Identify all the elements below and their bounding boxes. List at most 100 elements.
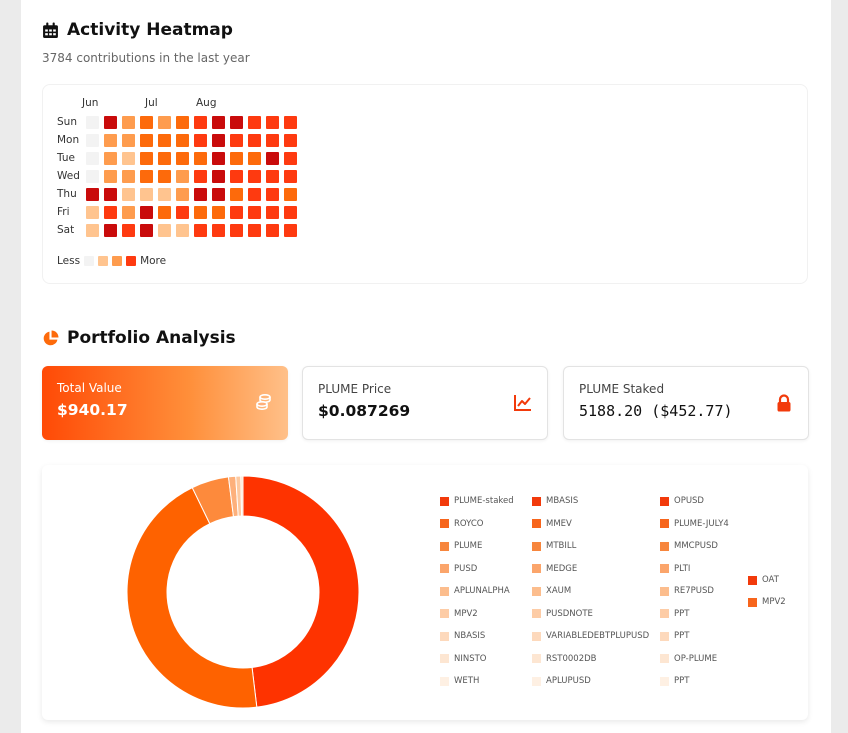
heatmap-cell[interactable] [212,115,225,129]
heatmap-cell[interactable] [266,223,279,237]
heatmap-cell[interactable] [140,223,153,237]
heatmap-cell[interactable] [230,205,243,219]
legend-item[interactable]: MPV2 [748,597,786,607]
legend-item[interactable]: PUSD [440,564,477,574]
legend-item[interactable]: PLUME-staked [440,496,514,506]
legend-item[interactable]: MMEV [532,519,572,529]
heatmap-cell[interactable] [230,169,243,183]
heatmap-cell[interactable] [194,151,207,165]
legend-item[interactable]: PLUME [440,541,482,551]
heatmap-cell[interactable] [86,223,99,237]
legend-item[interactable]: OAT [748,575,779,585]
heatmap-cell[interactable] [194,205,207,219]
heatmap-cell[interactable] [140,169,153,183]
heatmap-cell[interactable] [266,151,279,165]
legend-item[interactable]: PPT [660,609,689,619]
heatmap-cell[interactable] [122,169,135,183]
heatmap-cell[interactable] [104,115,117,129]
heatmap-cell[interactable] [176,115,189,129]
heatmap-cell[interactable] [284,187,297,201]
heatmap-cell[interactable] [248,133,261,147]
heatmap-cell[interactable] [140,151,153,165]
heatmap-cell[interactable] [230,133,243,147]
heatmap-cell[interactable] [194,187,207,201]
heatmap-cell[interactable] [284,205,297,219]
heatmap-cell[interactable] [176,223,189,237]
legend-item[interactable]: MMCPUSD [660,541,718,551]
heatmap-cell[interactable] [248,223,261,237]
heatmap-cell[interactable] [140,205,153,219]
heatmap-cell[interactable] [158,151,171,165]
heatmap-cell[interactable] [86,205,99,219]
legend-item[interactable]: RST0002DB [532,654,597,664]
heatmap-cell[interactable] [158,133,171,147]
heatmap-cell[interactable] [140,115,153,129]
heatmap-cell[interactable] [122,223,135,237]
legend-item[interactable]: PPT [660,631,689,641]
heatmap-cell[interactable] [158,205,171,219]
heatmap-cell[interactable] [230,115,243,129]
heatmap-cell[interactable] [86,115,99,129]
heatmap-cell[interactable] [176,151,189,165]
heatmap-cell[interactable] [194,223,207,237]
heatmap-cell[interactable] [194,133,207,147]
heatmap-cell[interactable] [284,169,297,183]
legend-item[interactable]: OP-PLUME [660,654,717,664]
heatmap-cell[interactable] [104,205,117,219]
heatmap-cell[interactable] [212,187,225,201]
heatmap-cell[interactable] [266,115,279,129]
heatmap-cell[interactable] [104,133,117,147]
heatmap-cell[interactable] [266,169,279,183]
legend-item[interactable]: XAUM [532,586,571,596]
legend-item[interactable]: MTBILL [532,541,576,551]
donut-slice[interactable] [242,475,360,708]
legend-item[interactable]: RE7PUSD [660,586,714,596]
heatmap-cell[interactable] [104,169,117,183]
legend-item[interactable]: APLUPUSD [532,676,591,686]
heatmap-cell[interactable] [122,187,135,201]
heatmap-cell[interactable] [266,133,279,147]
heatmap-cell[interactable] [212,151,225,165]
heatmap-cell[interactable] [248,205,261,219]
donut-slice[interactable] [126,487,258,709]
heatmap-cell[interactable] [248,187,261,201]
heatmap-cell[interactable] [104,151,117,165]
heatmap-cell[interactable] [284,115,297,129]
heatmap-cell[interactable] [230,151,243,165]
heatmap-cell[interactable] [212,169,225,183]
heatmap-cell[interactable] [176,169,189,183]
heatmap-cell[interactable] [158,187,171,201]
heatmap-cell[interactable] [284,151,297,165]
donut-slice[interactable] [240,475,244,517]
legend-item[interactable]: MPV2 [440,609,478,619]
heatmap-cell[interactable] [248,115,261,129]
heatmap-cell[interactable] [140,133,153,147]
heatmap-cell[interactable] [122,133,135,147]
heatmap-cell[interactable] [158,169,171,183]
heatmap-cell[interactable] [284,223,297,237]
legend-item[interactable]: PUSDNOTE [532,609,593,619]
heatmap-cell[interactable] [158,223,171,237]
heatmap-cell[interactable] [248,169,261,183]
legend-item[interactable]: ROYCO [440,519,483,529]
heatmap-cell[interactable] [266,205,279,219]
legend-item[interactable]: OPUSD [660,496,704,506]
heatmap-cell[interactable] [86,151,99,165]
heatmap-cell[interactable] [176,205,189,219]
heatmap-cell[interactable] [230,187,243,201]
heatmap-cell[interactable] [176,187,189,201]
legend-item[interactable]: MBASIS [532,496,578,506]
legend-item[interactable]: PLUME-JULY4 [660,519,729,529]
heatmap-cell[interactable] [104,187,117,201]
legend-item[interactable]: NBASIS [440,631,485,641]
legend-item[interactable]: PLTI [660,564,690,574]
heatmap-cell[interactable] [212,133,225,147]
heatmap-cell[interactable] [176,133,189,147]
heatmap-cell[interactable] [122,205,135,219]
heatmap-cell[interactable] [212,205,225,219]
heatmap-cell[interactable] [194,169,207,183]
heatmap-cell[interactable] [284,133,297,147]
heatmap-cell[interactable] [158,115,171,129]
heatmap-cell[interactable] [86,133,99,147]
heatmap-cell[interactable] [212,223,225,237]
